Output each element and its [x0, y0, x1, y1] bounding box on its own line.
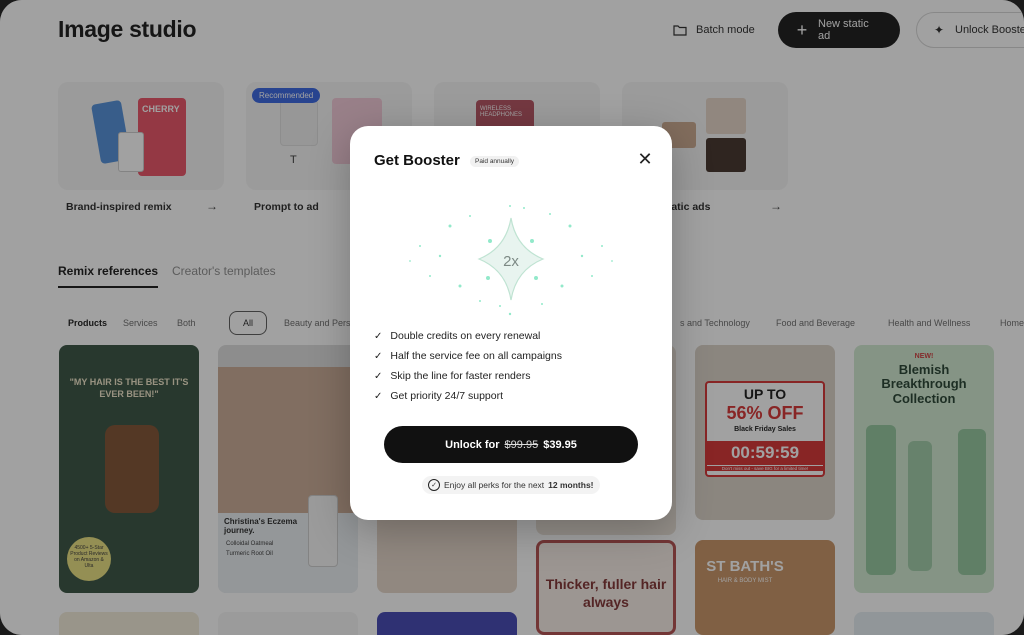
check-icon: ✓: [374, 370, 383, 382]
note-duration: 12 months!: [548, 480, 594, 490]
perk-item: ✓ Double credits on every renewal: [374, 330, 540, 342]
check-icon: ✓: [374, 350, 383, 362]
booster-star-illustration: 2x: [409, 205, 613, 316]
unlock-cta-button[interactable]: Unlock for $99.95 $39.95: [384, 426, 638, 463]
perk-label: Get priority 24/7 support: [390, 390, 504, 402]
check-icon: ✓: [374, 390, 383, 402]
note-prefix: Enjoy all perks for the next: [444, 480, 545, 490]
booster-modal: Get Booster Paid annually ✕ 2x ✓ Double …: [350, 126, 672, 520]
old-price: $99.95: [504, 438, 539, 451]
close-icon[interactable]: ✕: [636, 149, 654, 169]
perk-item: ✓ Skip the line for faster renders: [374, 370, 530, 382]
check-icon: ✓: [374, 330, 383, 342]
app-window: Image studio Batch mode + New static ad …: [0, 0, 1024, 635]
cta-prefix: Unlock for: [445, 438, 500, 451]
perk-label: Half the service fee on all campaigns: [390, 350, 562, 362]
perk-label: Double credits on every renewal: [390, 330, 541, 342]
perk-item: ✓ Get priority 24/7 support: [374, 390, 503, 402]
check-circle-icon: ✓: [428, 479, 440, 491]
perks-duration-note: ✓ Enjoy all perks for the next 12 months…: [422, 476, 600, 494]
perk-item: ✓ Half the service fee on all campaigns: [374, 350, 562, 362]
multiplier-text: 2x: [503, 253, 519, 270]
modal-title: Get Booster: [374, 152, 460, 169]
perk-label: Skip the line for faster renders: [390, 370, 531, 382]
billing-badge: Paid annually: [470, 156, 520, 167]
new-price: $39.95: [543, 438, 577, 451]
